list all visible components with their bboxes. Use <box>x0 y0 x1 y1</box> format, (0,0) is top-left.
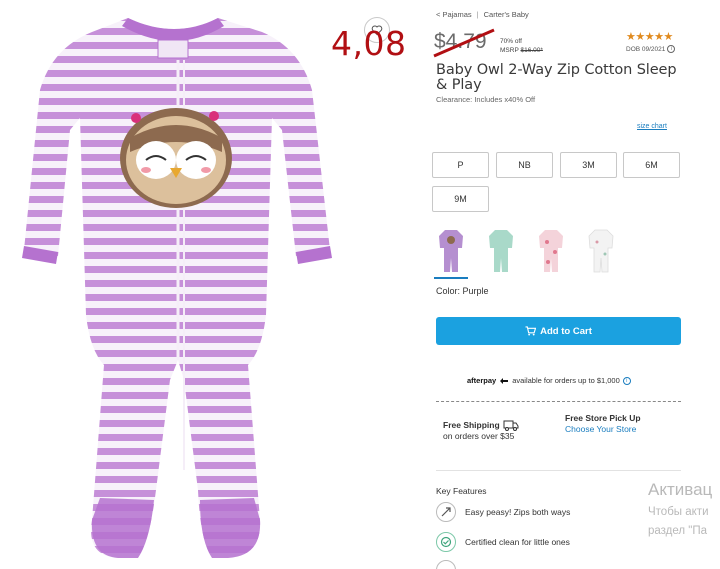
breadcrumb-back-link[interactable]: < Pajamas <box>436 10 472 19</box>
feature-icon <box>436 560 456 569</box>
store-pickup-info: Free Store Pick Up Choose Your Store <box>565 413 641 435</box>
free-shipping-title: Free Shipping <box>443 420 500 430</box>
afterpay-text: available for orders up to $1,000 <box>512 376 620 385</box>
color-swatches <box>434 228 616 279</box>
selected-color-label: Color: Purple <box>436 286 489 296</box>
afterpay-notice: afterpay available for orders up to $1,0… <box>467 376 631 385</box>
swatch-mint-thumbnail <box>489 230 513 272</box>
certified-badge-icon <box>436 532 456 552</box>
afterpay-arrows-icon <box>500 377 509 384</box>
breadcrumb-current[interactable]: Carter's Baby <box>484 10 529 19</box>
add-to-cart-button[interactable]: Add to Cart <box>436 317 681 345</box>
divider <box>436 401 681 402</box>
size-chart-link[interactable]: size chart <box>637 123 667 130</box>
breadcrumb-separator: | <box>476 10 479 19</box>
feature-item <box>436 560 456 569</box>
afterpay-info-icon[interactable]: i <box>622 376 631 385</box>
swatch-pink-floral-thumbnail <box>539 230 563 272</box>
cart-icon <box>525 326 537 336</box>
afterpay-logo: afterpay <box>467 376 497 385</box>
swatch-white-floral-thumbnail <box>588 229 614 273</box>
msrp-value: $16.00* <box>520 47 543 54</box>
size-option-nb[interactable]: NB <box>496 152 553 178</box>
discount-percent: 70% off <box>500 38 522 45</box>
zipper-icon <box>436 502 456 522</box>
divider <box>436 470 681 471</box>
add-to-cart-label: Add to Cart <box>540 325 592 337</box>
swatch-purple-thumbnail <box>439 230 463 272</box>
choose-store-link[interactable]: Choose Your Store <box>565 424 641 435</box>
size-option-3m[interactable]: 3M <box>560 152 617 178</box>
product-image <box>22 18 332 558</box>
swatch-white-floral[interactable] <box>586 228 616 276</box>
discount-info: 70% off MSRP $16.00* <box>500 37 543 55</box>
msrp-label: MSRP <box>500 47 519 54</box>
dob-label: DOB 09/2021 i <box>626 45 676 53</box>
windows-activation-watermark-text: Чтобы акти раздел "Па <box>648 503 720 541</box>
free-shipping-info: Free Shipping on orders over $35 <box>443 420 519 442</box>
star-rating[interactable]: ★★★★★ <box>626 30 673 43</box>
swatch-mint[interactable] <box>486 228 516 276</box>
watermark-line-2: раздел "Па <box>648 525 708 537</box>
dob-text: DOB 09/2021 <box>626 45 666 53</box>
product-title: Baby Owl 2-Way Zip Cotton Sleep & Play <box>436 62 677 93</box>
clearance-note: Clearance: Includes x40% Off <box>436 95 536 104</box>
feature-item: Certified clean for little ones <box>436 532 570 552</box>
handwritten-price-annotation: 4,08 <box>331 24 407 63</box>
store-pickup-title: Free Store Pick Up <box>565 413 641 423</box>
swatch-pink-floral[interactable] <box>536 228 566 276</box>
feature-text: Easy peasy! Zips both ways <box>465 507 571 517</box>
key-features-heading: Key Features <box>436 486 487 496</box>
feature-text: Certified clean for little ones <box>465 537 570 547</box>
sale-price: $4.79 <box>433 28 495 58</box>
info-icon[interactable]: i <box>667 45 676 53</box>
windows-activation-watermark-title: Активац <box>648 480 713 499</box>
price-strike-mark <box>433 28 495 58</box>
size-option-9m[interactable]: 9M <box>432 186 489 212</box>
msrp-line: MSRP $16.00* <box>500 46 543 55</box>
breadcrumb: < Pajamas | Carter's Baby <box>436 10 529 19</box>
free-shipping-subtitle: on orders over $35 <box>443 431 515 441</box>
swatch-purple[interactable] <box>434 228 468 279</box>
feature-item: Easy peasy! Zips both ways <box>436 502 570 522</box>
truck-icon <box>503 420 519 431</box>
watermark-line-1: Чтобы акти <box>648 506 709 518</box>
size-option-6m[interactable]: 6M <box>623 152 680 178</box>
size-option-p[interactable]: P <box>432 152 489 178</box>
